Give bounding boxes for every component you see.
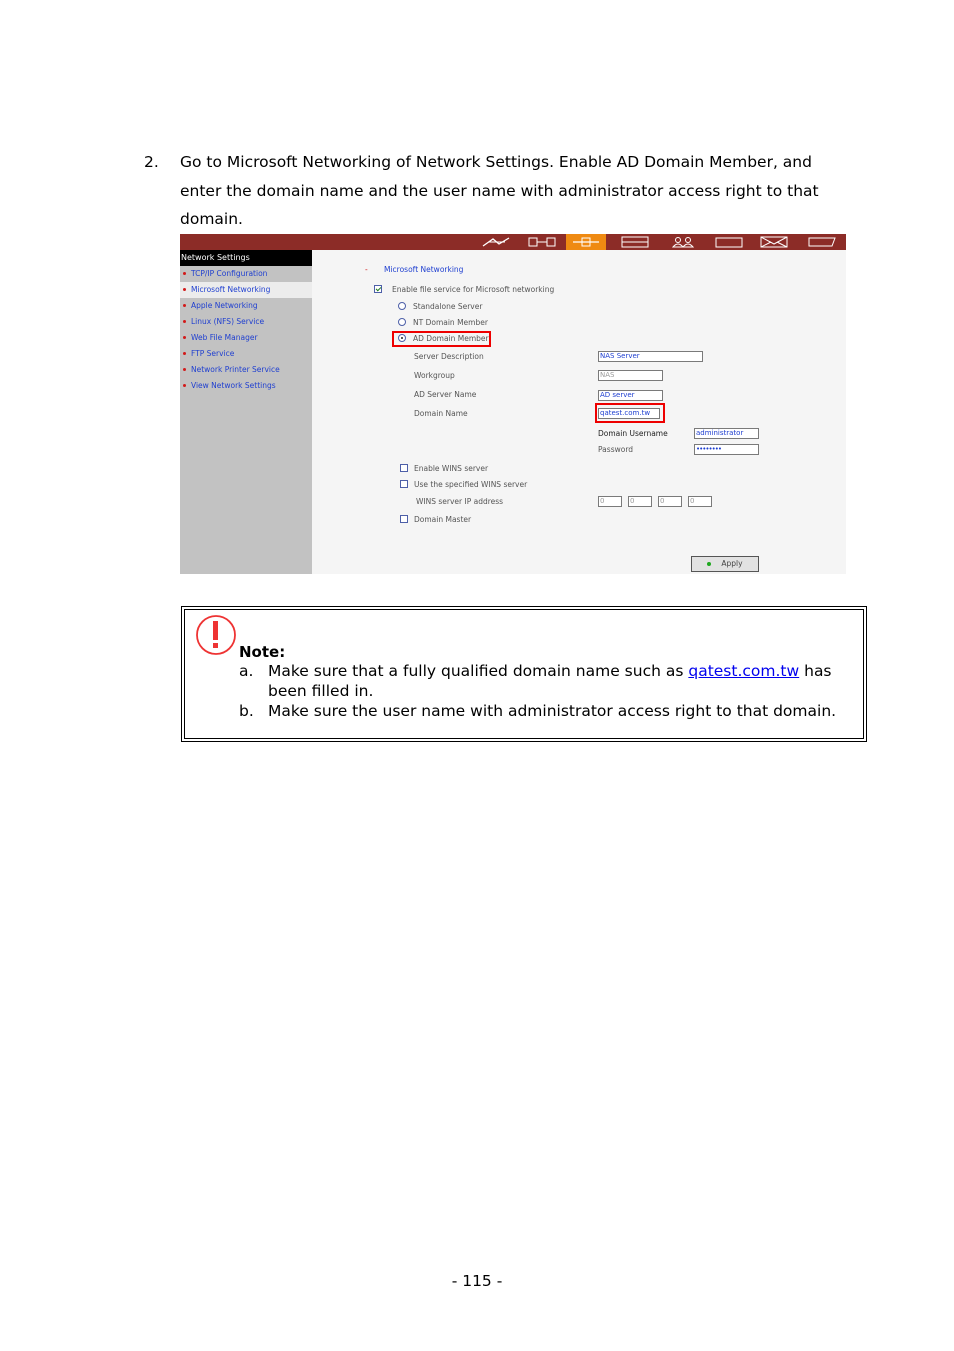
enable-wins-checkbox[interactable] [400, 464, 408, 472]
sidebar-item-tcpip[interactable]: TCP/IP Configuration [180, 266, 312, 282]
domain-master-checkbox[interactable] [400, 515, 408, 523]
warning-icon [196, 615, 236, 655]
users-icon[interactable] [663, 234, 703, 250]
enable-wins-label: Enable WINS server [414, 464, 489, 473]
bullet-icon [183, 288, 186, 291]
sidebar-item-apple-networking[interactable]: Apple Networking [180, 298, 312, 314]
page-number: - 115 - [451, 1272, 503, 1290]
domain-name-label: Domain Name [414, 409, 468, 418]
note-item-a-marker: a. [239, 662, 254, 680]
apply-button[interactable]: Apply [691, 556, 759, 572]
note-item-b-marker: b. [239, 702, 254, 720]
workgroup-label: Workgroup [414, 371, 455, 380]
sidebar: Network Settings TCP/IP Configuration Mi… [180, 250, 312, 574]
bullet-icon [183, 320, 186, 323]
step-number: 2. [144, 153, 159, 171]
password-label: Password [598, 445, 634, 454]
highlight-box [392, 331, 491, 347]
standalone-server-label: Standalone Server [413, 302, 483, 311]
domain-username-label: Domain Username [598, 429, 668, 438]
enable-file-service-label: Enable file service for Microsoft networ… [392, 285, 555, 294]
wins-ip-label: WINS server IP address [416, 497, 504, 506]
bullet-icon [183, 384, 186, 387]
enable-file-service-checkbox[interactable] [374, 285, 382, 293]
wins-ip-octet-2[interactable]: 0 [628, 496, 652, 507]
note-item-b: b. Make sure the user name with administ… [239, 702, 859, 722]
sidebar-item-web-file-manager[interactable]: Web File Manager [180, 330, 312, 346]
step-instruction: 2. Go to Microsoft Networking of Network… [144, 148, 824, 234]
wizard-icon[interactable] [476, 234, 516, 250]
mail-icon[interactable] [754, 234, 794, 250]
server-description-input[interactable]: NAS Server [598, 351, 703, 362]
wins-ip-octet-4[interactable]: 0 [688, 496, 712, 507]
sidebar-title: Network Settings [180, 250, 312, 266]
network-icon[interactable] [522, 234, 562, 250]
sidebar-item-printer[interactable]: Network Printer Service [180, 362, 312, 378]
settings-panel: - Microsoft Networking Enable file servi… [312, 250, 846, 574]
highlight-box [595, 403, 665, 423]
status-dot-icon [707, 562, 712, 566]
domain-master-label: Domain Master [414, 515, 472, 524]
step-text: Go to Microsoft Networking of Network Se… [180, 153, 819, 228]
standalone-server-radio[interactable] [398, 302, 406, 310]
bullet-icon [183, 336, 186, 339]
specified-wins-label: Use the specified WINS server [414, 480, 528, 489]
note-item-a-text-before: Make sure that a fully qualified domain … [268, 662, 689, 680]
ad-server-name-input[interactable]: AD server [598, 390, 663, 401]
note-box: Note: a. Make sure that a fully qualifie… [181, 606, 867, 742]
storage-icon[interactable] [615, 234, 655, 250]
password-input[interactable]: •••••••• [694, 444, 759, 455]
domain-link[interactable]: qatest.com.tw [688, 662, 799, 680]
sidebar-item-nfs[interactable]: Linux (NFS) Service [180, 314, 312, 330]
system-icon[interactable] [802, 234, 842, 250]
note-item-a: a. Make sure that a fully qualified doma… [239, 662, 859, 701]
nt-domain-member-label: NT Domain Member [413, 318, 488, 327]
ad-server-name-label: AD Server Name [414, 390, 477, 399]
collapse-icon[interactable]: - [365, 265, 368, 275]
note-item-b-text: Make sure the user name with administrat… [268, 702, 837, 720]
section-title: Microsoft Networking [384, 265, 464, 274]
specified-wins-checkbox[interactable] [400, 480, 408, 488]
bullet-icon [183, 352, 186, 355]
sidebar-item-ftp[interactable]: FTP Service [180, 346, 312, 362]
nt-domain-member-radio[interactable] [398, 318, 406, 326]
bullet-icon [183, 368, 186, 371]
wins-ip-octet-1[interactable]: 0 [598, 496, 622, 507]
network-settings-icon[interactable] [566, 234, 606, 250]
sidebar-item-microsoft-networking[interactable]: Microsoft Networking [180, 282, 312, 298]
sidebar-item-view-settings[interactable]: View Network Settings [180, 378, 312, 394]
workgroup-input[interactable]: NAS [598, 370, 663, 381]
top-toolbar [180, 234, 846, 250]
bullet-icon [183, 304, 186, 307]
server-description-label: Server Description [414, 352, 484, 361]
note-title: Note: [239, 643, 286, 661]
domain-username-input[interactable]: administrator [694, 428, 759, 439]
wins-ip-octet-3[interactable]: 0 [658, 496, 682, 507]
folder-icon[interactable] [709, 234, 749, 250]
network-settings-screenshot: Network Settings TCP/IP Configuration Mi… [180, 234, 846, 574]
bullet-icon [183, 272, 186, 275]
